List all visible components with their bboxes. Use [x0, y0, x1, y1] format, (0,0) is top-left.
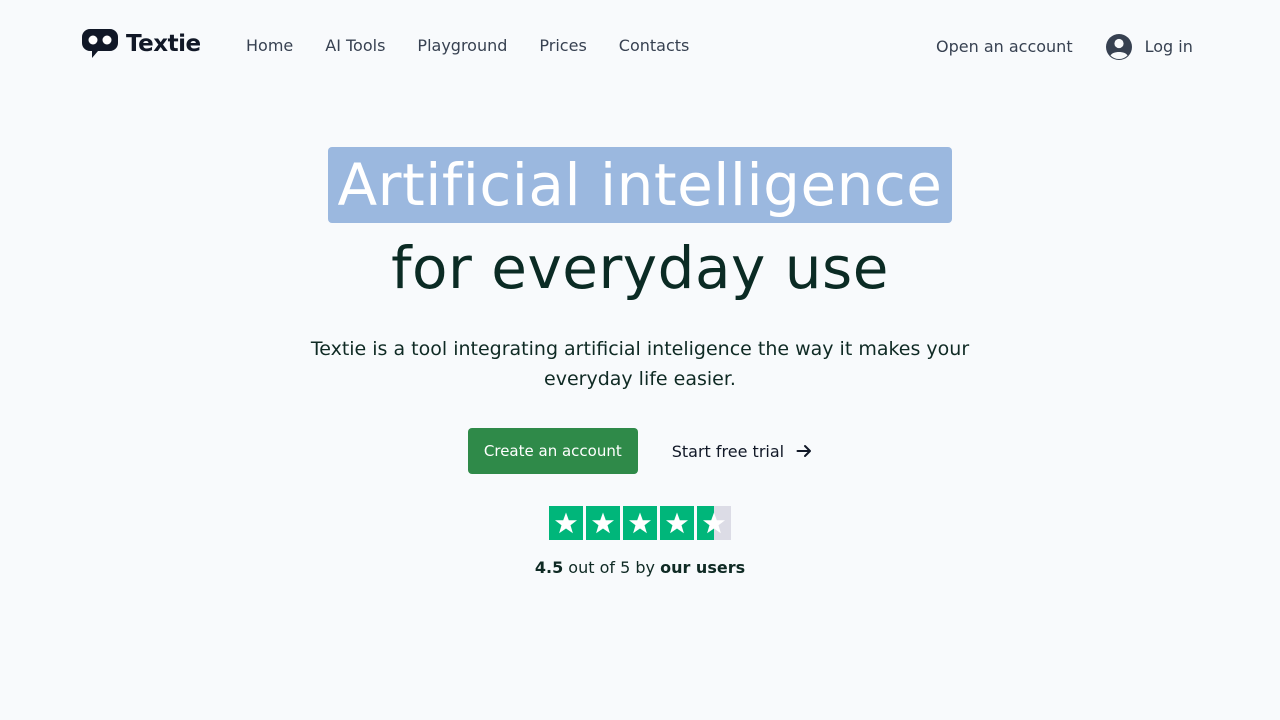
- star-icon: [666, 512, 688, 534]
- nav-contacts[interactable]: Contacts: [619, 36, 690, 56]
- speech-bubble-logo-icon: [82, 29, 118, 58]
- headline-highlight: Artificial intelligence: [327, 147, 953, 223]
- hero-section: Artificial intelligence for everyday use…: [0, 140, 1280, 578]
- star-icon: [555, 512, 577, 534]
- main-nav: Home AI Tools Playground Prices Contacts: [246, 36, 689, 56]
- headline-line-2: for everyday use: [391, 234, 889, 302]
- star-icon: [592, 512, 614, 534]
- nav-ai-tools[interactable]: AI Tools: [325, 36, 385, 56]
- star-rating: [549, 506, 731, 540]
- nav-playground[interactable]: Playground: [417, 36, 507, 56]
- star-4: [660, 506, 694, 540]
- nav-prices[interactable]: Prices: [539, 36, 586, 56]
- rating-block: 4.5 out of 5 by our users: [0, 506, 1280, 578]
- header-actions: Open an account Log in: [936, 33, 1193, 61]
- star-2: [586, 506, 620, 540]
- star-icon: [629, 512, 651, 534]
- hero-subtitle: Textie is a tool integrating artificial …: [310, 338, 970, 390]
- open-account-link[interactable]: Open an account: [936, 33, 1073, 61]
- hero-headline: Artificial intelligence for everyday use: [0, 140, 1280, 310]
- rating-out-of: out of 5 by: [563, 558, 661, 577]
- landing-page: Textie Home AI Tools Playground Prices C…: [0, 0, 1280, 720]
- start-free-trial-link[interactable]: Start free trial: [672, 442, 812, 461]
- brand-logo[interactable]: Textie: [82, 28, 201, 60]
- star-5: [697, 506, 731, 540]
- brand-name: Textie: [126, 31, 201, 57]
- start-free-trial-label: Start free trial: [671, 441, 785, 461]
- login-label: Log in: [1144, 37, 1193, 56]
- nav-home[interactable]: Home: [246, 36, 293, 56]
- star-3: [623, 506, 657, 540]
- rating-score: 4.5: [534, 558, 564, 577]
- login-link[interactable]: Log in: [1105, 33, 1193, 61]
- rating-text: 4.5 out of 5 by our users: [535, 558, 745, 578]
- star-icon: [703, 512, 725, 534]
- cta-row: Create an account Start free trial: [0, 428, 1280, 474]
- create-account-button[interactable]: Create an account: [467, 428, 638, 474]
- site-header: Textie Home AI Tools Playground Prices C…: [0, 0, 1280, 92]
- star-1: [549, 506, 583, 540]
- rating-by-users: our users: [660, 558, 746, 577]
- arrow-right-icon: [796, 445, 812, 457]
- user-circle-icon: [1105, 34, 1132, 60]
